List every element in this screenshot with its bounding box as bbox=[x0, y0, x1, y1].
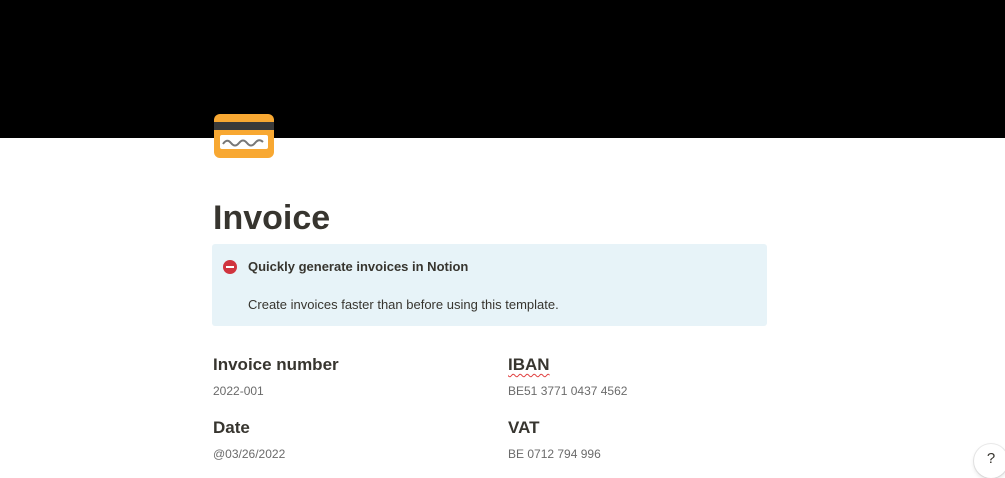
date-label: Date bbox=[213, 418, 250, 437]
iban-value[interactable]: BE51 3771 0437 4562 bbox=[508, 384, 627, 398]
callout-block[interactable]: Quickly generate invoices in Notion Crea… bbox=[212, 244, 767, 326]
page-cover[interactable] bbox=[0, 0, 1005, 138]
callout-title: Quickly generate invoices in Notion bbox=[248, 259, 469, 274]
vat-value[interactable]: BE 0712 794 996 bbox=[508, 447, 601, 461]
help-button[interactable]: ? bbox=[974, 444, 1005, 478]
vat-label: VAT bbox=[508, 418, 540, 437]
invoice-number-value[interactable]: 2022-001 bbox=[213, 384, 264, 398]
no-entry-icon[interactable] bbox=[223, 260, 237, 274]
iban-label: IBAN bbox=[508, 355, 550, 375]
iban-label-text: IBAN bbox=[508, 355, 550, 374]
callout-body: Create invoices faster than before using… bbox=[248, 297, 559, 312]
date-value[interactable]: @03/26/2022 bbox=[213, 447, 285, 461]
credit-card-icon[interactable] bbox=[213, 113, 275, 159]
page-title[interactable]: Invoice bbox=[213, 196, 330, 240]
invoice-number-label: Invoice number bbox=[213, 355, 339, 374]
